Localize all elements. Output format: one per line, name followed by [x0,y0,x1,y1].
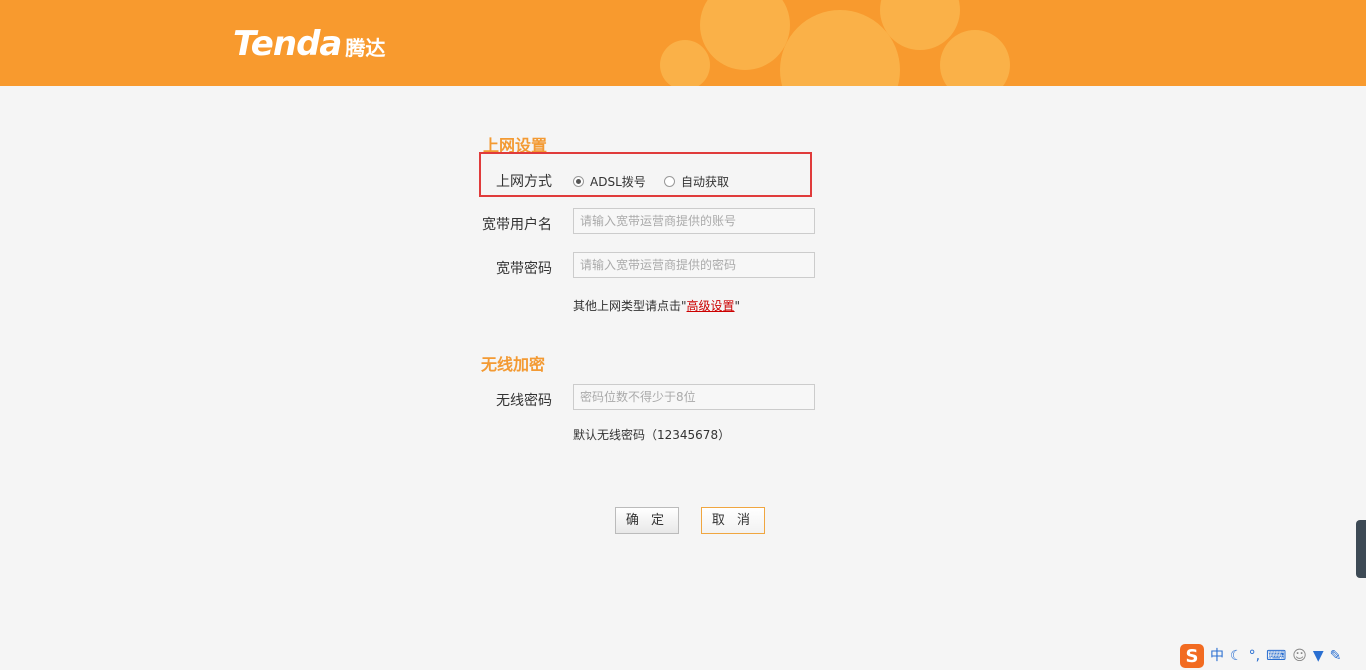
radio-checked-icon[interactable] [573,176,584,187]
user-icon[interactable]: ☺ [1292,649,1307,663]
wireless-encryption-title: 无线加密 [481,355,546,374]
username-input[interactable] [573,208,815,234]
password-label: 宽带密码 [496,261,552,277]
shirt-icon[interactable]: ▼ [1313,649,1324,663]
username-label: 宽带用户名 [482,217,552,233]
confirm-button[interactable]: 确 定 [615,507,679,534]
cancel-button[interactable]: 取 消 [701,507,765,534]
ime-toolbar: S 中 ☾ °, ⌨ ☺ ▼ ✎ [1176,642,1366,670]
wireless-password-input[interactable] [573,384,815,410]
radio-unchecked-icon[interactable] [664,176,675,187]
wireless-password-label: 无线密码 [496,393,552,409]
moon-icon[interactable]: ☾ [1230,649,1243,663]
advanced-hint-suffix: " [734,299,741,313]
decorative-bubble [700,0,790,70]
advanced-hint-prefix: 其他上网类型请点击" [573,299,687,313]
password-input[interactable] [573,252,815,278]
advanced-hint: 其他上网类型请点击"高级设置" [573,297,740,314]
radio-adsl[interactable]: ADSL拨号 [573,173,646,190]
wrench-icon[interactable]: ✎ [1330,649,1342,663]
side-widget-tab[interactable] [1356,520,1366,578]
ime-mode-toggle[interactable]: 中 [1210,649,1224,663]
radio-dhcp-label: 自动获取 [681,175,730,189]
connection-mode-label: 上网方式 [496,174,552,190]
advanced-settings-link[interactable]: 高级设置 [687,299,735,313]
sogou-logo-icon[interactable]: S [1180,644,1204,668]
decorative-bubble [660,40,710,86]
keyboard-icon[interactable]: ⌨ [1266,649,1286,663]
default-wireless-password-hint: 默认无线密码（12345678） [573,428,731,442]
logo-chinese: 腾达 [345,36,386,60]
logo-latin: Tenda [233,24,342,64]
punctuation-icon[interactable]: °, [1249,649,1260,663]
radio-dhcp[interactable]: 自动获取 [664,173,729,190]
tenda-logo: Tenda 腾达 [233,24,385,64]
header-banner: Tenda 腾达 [0,0,1366,86]
radio-adsl-label: ADSL拨号 [590,175,646,189]
decorative-bubble [940,30,1010,86]
